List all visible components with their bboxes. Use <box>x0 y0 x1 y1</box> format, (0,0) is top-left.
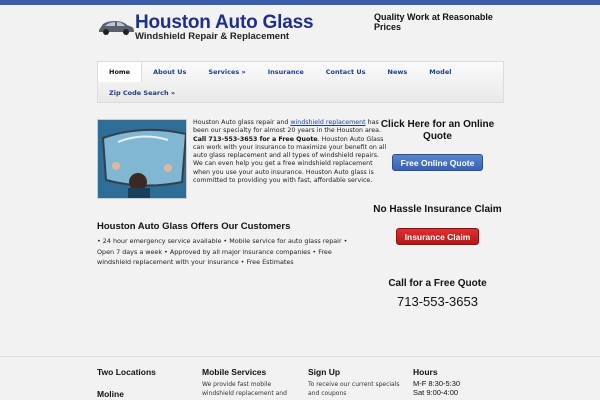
free-online-quote-button[interactable]: Free Online Quote <box>391 154 484 171</box>
top-accent-bar <box>0 0 600 5</box>
nav-row-primary: Home About Us Services » Insurance Conta… <box>98 62 462 82</box>
site-logo[interactable]: Houston Auto Glass Windshield Repair & R… <box>97 12 314 46</box>
footer-signup-text: To receive our current specials and coup… <box>308 381 400 397</box>
nav-row-secondary: Zip Code Search » <box>98 83 186 103</box>
phone-number[interactable]: 713-553-3653 <box>371 294 504 309</box>
intro-paragraph: Houston Auto glass repair and windshield… <box>193 119 387 185</box>
footer-mobile-text: We provide fast mobile windshield replac… <box>202 381 287 397</box>
nav-item-services[interactable]: Services » <box>197 62 256 82</box>
site-footer: Two Locations Moline Mobile Services We … <box>0 356 600 400</box>
nav-item-zip-code-search[interactable]: Zip Code Search » <box>98 83 186 103</box>
nav-item-news[interactable]: News <box>377 62 419 82</box>
insurance-claim-heading: No Hassle Insurance Claim <box>373 204 502 215</box>
car-icon <box>99 21 134 35</box>
footer-signup: Sign Up To receive our current specials … <box>308 367 403 398</box>
windshield-photo <box>97 119 187 199</box>
footer-hours-weekday: M-F 8:30-5:30 <box>413 379 461 388</box>
footer-mobile-heading: Mobile Services <box>202 367 267 377</box>
footer-hours: Hours M-F 8:30-5:30 Sat 9:00-4:00 <box>413 367 503 397</box>
nav-item-model[interactable]: Model <box>418 62 462 82</box>
footer-location-moline[interactable]: Moline <box>97 389 156 399</box>
footer-hours-heading: Hours <box>413 367 438 377</box>
site-tagline: Quality Work at Reasonable Prices <box>374 12 493 32</box>
nav-item-about-us[interactable]: About Us <box>142 62 197 82</box>
logo-subtitle: Windshield Repair & Replacement <box>135 31 290 42</box>
online-quote-panel: Click Here for an Online Quote Free Onli… <box>371 119 504 171</box>
insurance-claim-panel: No Hassle Insurance Claim Insurance Clai… <box>371 204 504 245</box>
main-nav: Home About Us Services » Insurance Conta… <box>97 61 504 103</box>
offers-list: • 24 hour emergency service available • … <box>97 237 348 266</box>
call-quote-panel: Call for a Free Quote 713-553-3653 <box>371 278 504 309</box>
windshield-replacement-link[interactable]: windshield replacement <box>290 119 365 126</box>
nav-item-insurance[interactable]: Insurance <box>257 62 315 82</box>
windshield-illustration <box>98 120 186 198</box>
footer-mobile-services: Mobile Services We provide fast mobile w… <box>202 367 297 398</box>
intro-text-start: Houston Auto glass repair and <box>193 119 291 126</box>
online-quote-heading: Click Here for an Online Quote <box>380 119 495 142</box>
call-quote-heading: Call for a Free Quote <box>388 278 487 289</box>
offers-heading: Houston Auto Glass Offers Our Customers <box>97 221 291 232</box>
footer-signup-heading: Sign Up <box>308 367 341 377</box>
footer-locations-heading: Two Locations <box>97 367 156 377</box>
footer-hours-saturday: Sat 9:00-4:00 <box>413 388 459 397</box>
footer-locations: Two Locations Moline <box>97 367 156 399</box>
nav-item-contact-us[interactable]: Contact Us <box>315 62 377 82</box>
free-quote-callout: Call 713-553-3653 for a Free Quote <box>193 135 318 143</box>
nav-item-home[interactable]: Home <box>98 62 143 82</box>
insurance-claim-button[interactable]: Insurance Claim <box>395 228 480 245</box>
